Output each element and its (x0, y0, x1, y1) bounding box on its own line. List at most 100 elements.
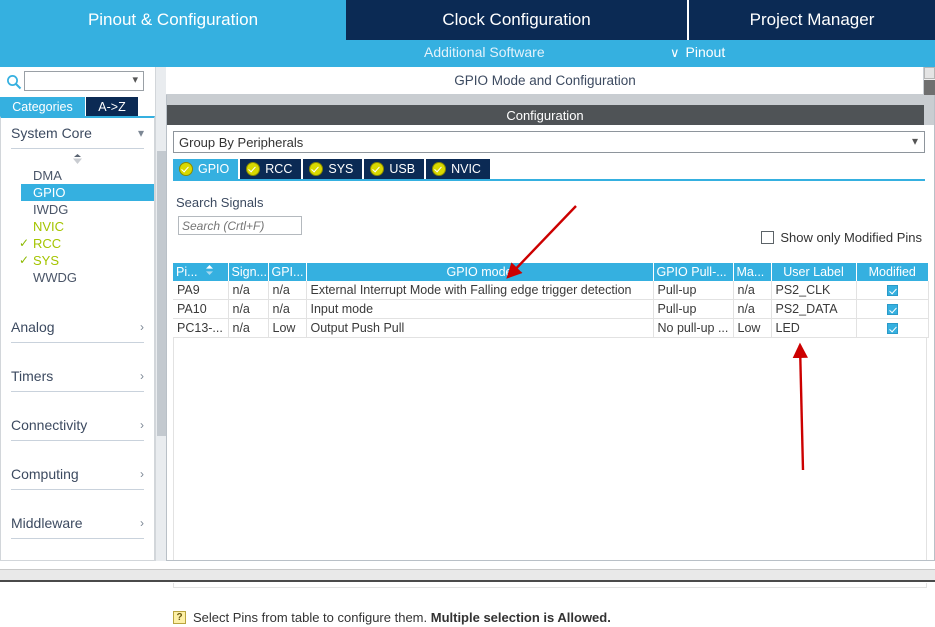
sidebar-group-title: Timers (11, 368, 54, 384)
cell-user-label[interactable]: LED (771, 318, 857, 338)
sidebar-group-timers[interactable]: Timers › (11, 361, 144, 392)
sidebar-group-header[interactable]: System Core ▾ (11, 118, 144, 149)
sidebar-group-header[interactable]: Computing › (11, 459, 144, 490)
check-circle-icon (432, 162, 447, 176)
hint-text-normal: Select Pins from table to configure them… (193, 609, 431, 625)
cell-gpio-output[interactable]: n/a (268, 281, 307, 300)
sidebar-group-title: Analog (11, 319, 55, 335)
column-header-pin[interactable]: Pi... (173, 263, 229, 281)
tab-project-manager[interactable]: Project Manager (687, 0, 935, 40)
sidebar-group-header[interactable]: Connectivity › (11, 410, 144, 441)
column-header-modified[interactable]: Modified (856, 263, 928, 281)
table-row[interactable]: PA10 n/a n/a Input mode Pull-up n/a PS2_… (173, 299, 929, 319)
show-only-modified-pins-checkbox[interactable]: Show only Modified Pins (761, 230, 922, 245)
cell-max-speed[interactable]: n/a (733, 299, 772, 319)
chevron-down-icon[interactable]: ▾ (138, 126, 144, 140)
tab-usb[interactable]: USB (364, 159, 425, 179)
sidebar-item-wwdg[interactable]: WWDG (11, 269, 144, 286)
chevron-right-icon[interactable]: › (140, 467, 144, 481)
bottom-divider (0, 569, 935, 582)
tab-rcc[interactable]: RCC (240, 159, 302, 179)
cell-modified[interactable] (856, 281, 929, 300)
column-header-gpio-pull[interactable]: GPIO Pull-... (653, 263, 734, 281)
cell-gpio-mode[interactable]: Input mode (306, 299, 654, 319)
tab-a-to-z[interactable]: A->Z (86, 97, 138, 116)
cell-gpio-mode[interactable]: External Interrupt Mode with Falling edg… (306, 281, 654, 300)
sidebar-group-header[interactable]: Middleware › (11, 508, 144, 539)
sidebar-group-header[interactable]: Analog › (11, 312, 144, 343)
sidebar-group-analog[interactable]: Analog › (11, 312, 144, 343)
sort-arrows-icon[interactable] (205, 265, 214, 279)
sidebar-item-rcc[interactable]: ✓ RCC (11, 235, 144, 252)
cell-signal[interactable]: n/a (228, 281, 269, 300)
chevron-down-icon[interactable]: ▾ (132, 73, 138, 86)
sidebar-category-list: System Core ▾ DMA GPIO IWDG NVIC ✓ RCC ✓… (0, 116, 155, 561)
group-by-select[interactable]: Group By Peripherals ▾ (173, 131, 925, 153)
cell-modified[interactable] (856, 299, 929, 319)
sidebar-item-list: DMA GPIO IWDG NVIC ✓ RCC ✓ SYS WWDG (11, 165, 154, 294)
cell-max-speed[interactable]: Low (733, 318, 772, 338)
check-icon: ✓ (19, 236, 30, 250)
cell-user-label[interactable]: PS2_DATA (771, 299, 857, 319)
cell-signal[interactable]: n/a (228, 299, 269, 319)
tab-categories[interactable]: Categories (0, 97, 85, 116)
column-header-signal[interactable]: Sign... (228, 263, 269, 281)
cell-gpio-pull[interactable]: Pull-up (653, 299, 734, 319)
main-scrollbar-top[interactable] (923, 67, 935, 95)
sidebar-search-input[interactable] (25, 72, 125, 90)
tab-pinout-configuration[interactable]: Pinout & Configuration (0, 0, 346, 40)
scrollbar-button[interactable] (924, 67, 935, 79)
sidebar-group-header[interactable]: Timers › (11, 361, 144, 392)
chevron-down-icon[interactable]: ▾ (912, 134, 918, 148)
sidebar-group-computing[interactable]: Computing › (11, 459, 144, 490)
table-row[interactable]: PC13-... n/a Low Output Push Pull No pul… (173, 318, 929, 338)
sidebar-group-connectivity[interactable]: Connectivity › (11, 410, 144, 441)
signal-search-field[interactable] (178, 216, 303, 235)
sidebar: ▾ Categories A->Z System Core ▾ DMA GPIO… (0, 67, 166, 561)
modified-checkbox-icon[interactable] (886, 304, 898, 316)
sidebar-item-dma[interactable]: DMA (11, 167, 144, 184)
cell-gpio-output[interactable]: Low (268, 318, 307, 338)
column-header-user-label[interactable]: User Label (771, 263, 857, 281)
column-header-gpio-output[interactable]: GPI... (268, 263, 307, 281)
cell-user-label[interactable]: PS2_CLK (771, 281, 857, 300)
modified-checkbox-icon[interactable] (886, 285, 898, 297)
check-circle-icon (246, 162, 261, 176)
cell-max-speed[interactable]: n/a (733, 281, 772, 300)
table-row[interactable]: PA9 n/a n/a External Interrupt Mode with… (173, 281, 929, 300)
scrollbar-thumb[interactable] (924, 80, 935, 95)
cell-gpio-pull[interactable]: No pull-up ... (653, 318, 734, 338)
sidebar-search-combo[interactable]: ▾ (24, 71, 144, 91)
sidebar-item-nvic[interactable]: NVIC (11, 218, 144, 235)
sidebar-item-sys[interactable]: ✓ SYS (11, 252, 144, 269)
sidebar-scrollbar-thumb[interactable] (157, 151, 166, 436)
cell-signal[interactable]: n/a (228, 318, 269, 338)
cell-pin[interactable]: PC13-... (173, 318, 229, 338)
sidebar-item-iwdg[interactable]: IWDG (11, 201, 144, 218)
tab-nvic[interactable]: NVIC (426, 159, 490, 179)
chevron-right-icon[interactable]: › (140, 320, 144, 334)
sidebar-group-middleware[interactable]: Middleware › (11, 508, 144, 539)
modified-checkbox-icon[interactable] (886, 323, 898, 335)
sidebar-item-gpio[interactable]: GPIO (21, 184, 154, 201)
cell-gpio-pull[interactable]: Pull-up (653, 281, 734, 300)
additional-software-link[interactable]: Additional Software (424, 44, 545, 60)
signal-search-input[interactable] (179, 217, 303, 234)
chevron-right-icon[interactable]: › (140, 418, 144, 432)
cell-gpio-mode[interactable]: Output Push Pull (306, 318, 654, 338)
column-header-max-speed[interactable]: Ma... (733, 263, 772, 281)
column-header-gpio-mode[interactable]: GPIO mode (306, 263, 654, 281)
checkbox-icon[interactable] (761, 231, 775, 244)
tab-clock-configuration[interactable]: Clock Configuration (346, 0, 687, 40)
scroll-spinner-icon[interactable] (11, 149, 144, 165)
cell-pin[interactable]: PA10 (173, 299, 229, 319)
tab-gpio[interactable]: GPIO (173, 159, 239, 179)
cell-gpio-output[interactable]: n/a (268, 299, 307, 319)
chevron-right-icon[interactable]: › (140, 369, 144, 383)
pinout-dropdown[interactable]: ∨ Pinout (670, 44, 725, 61)
cell-pin[interactable]: PA9 (173, 281, 229, 300)
cell-modified[interactable] (856, 318, 929, 338)
tab-sys[interactable]: SYS (303, 159, 363, 179)
chevron-right-icon[interactable]: › (140, 516, 144, 530)
